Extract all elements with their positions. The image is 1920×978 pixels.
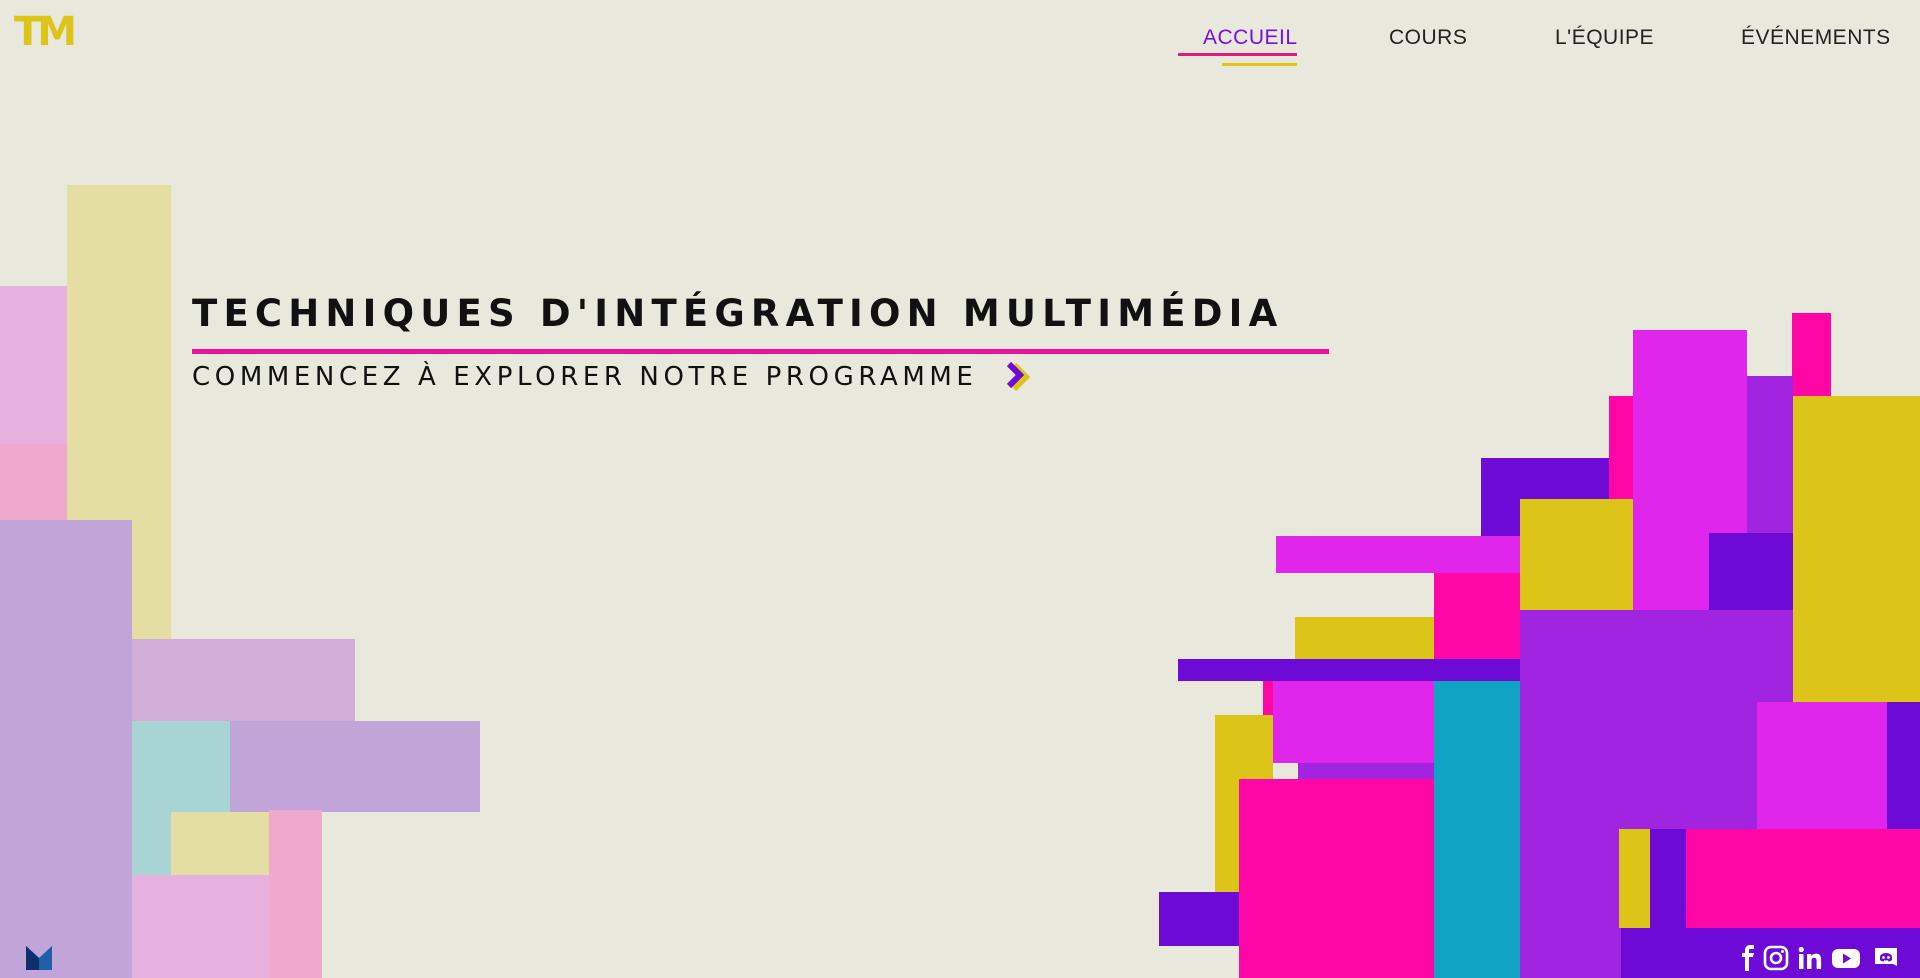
m-logo-icon[interactable] (26, 944, 52, 970)
deco-block (1520, 499, 1633, 610)
nav-item-accueil[interactable]: ACCUEIL (1203, 26, 1298, 50)
linkedin-icon[interactable] (1796, 945, 1824, 971)
deco-block (1609, 396, 1633, 500)
deco-block (132, 639, 355, 721)
deco-block (1793, 396, 1920, 702)
deco-block (1709, 533, 1793, 610)
discord-icon[interactable] (1872, 945, 1900, 971)
youtube-icon[interactable] (1832, 945, 1860, 971)
deco-block (0, 286, 67, 444)
hero-title: TECHNIQUES D'INTÉGRATION MULTIMÉDIA (192, 292, 1284, 335)
facebook-icon[interactable] (1734, 945, 1762, 971)
deco-block (1792, 313, 1831, 396)
nav-item-equipe[interactable]: L'ÉQUIPE (1555, 26, 1654, 50)
nav-item-cours[interactable]: COURS (1389, 26, 1467, 50)
instagram-icon[interactable] (1762, 945, 1790, 971)
deco-block (132, 875, 269, 978)
deco-block (0, 520, 132, 978)
deco-block (1178, 659, 1520, 681)
deco-block (1295, 617, 1434, 659)
deco-block (1239, 779, 1434, 978)
nav-item-evenements[interactable]: ÉVÉNEMENTS (1741, 26, 1891, 50)
deco-block (1650, 829, 1686, 928)
deco-block (1276, 536, 1520, 573)
site-logo[interactable]: TM (14, 12, 86, 52)
deco-block (1159, 892, 1239, 946)
deco-block (1747, 376, 1793, 533)
deco-block (1619, 829, 1650, 928)
deco-block (1273, 681, 1434, 763)
deco-block (1887, 702, 1920, 829)
deco-block (1434, 573, 1520, 659)
deco-block (171, 812, 269, 875)
deco-block (0, 444, 67, 520)
deco-block (1686, 829, 1920, 928)
deco-block (269, 810, 322, 978)
deco-block (1434, 681, 1520, 978)
deco-block (1263, 681, 1273, 715)
deco-block (1757, 702, 1887, 829)
double-chevron-right-icon[interactable] (1004, 360, 1038, 394)
active-nav-underline (1178, 53, 1297, 56)
deco-block (230, 721, 480, 812)
active-nav-underline-accent (1222, 63, 1297, 66)
deco-block (1298, 763, 1434, 779)
hero-title-underline (192, 349, 1329, 354)
explore-program-link[interactable]: COMMENCEZ À EXPLORER NOTRE PROGRAMME (192, 362, 977, 392)
